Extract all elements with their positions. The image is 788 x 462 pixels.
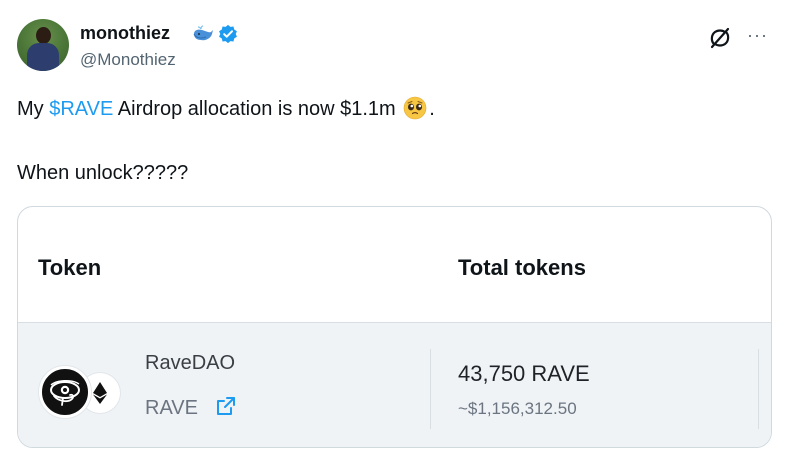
tweet-text-prefix: My [17,98,50,120]
column-divider [758,349,759,429]
more-icon[interactable]: ··· [747,26,768,44]
verified-badge-icon[interactable] [218,24,238,44]
tweet-text-line-1: My $RAVE Airdrop allocation is now $1.1m… [17,96,435,122]
tweet-text-suffix: Airdrop allocation is now $1.1m [113,98,396,120]
token-symbol: RAVE [145,397,198,419]
cashtag-link[interactable]: $RAVE [49,98,113,120]
column-header-token: Token [38,255,102,280]
pleading-face-icon [403,96,427,120]
avatar[interactable] [17,19,69,71]
token-usd-value: ~$1,156,312.50 [458,399,577,418]
whale-icon [193,25,213,41]
table-row: RaveDAO RAVE 43,750 RAVE ~$1,156,312.50 [18,323,771,447]
token-name: RaveDAO [145,352,236,374]
author-name[interactable]: monothiez [80,22,170,44]
tweet-text-line-2: When unlock????? [17,162,189,184]
token-allocation-card[interactable]: Token Total tokens RaveDAO RAVE 43,750 R… [17,206,772,448]
ravedao-eye-logo [39,366,91,418]
tweet-text-period: . [429,98,435,120]
card-table-header: Token Total tokens [18,207,771,323]
author-handle[interactable]: @Monothiez [80,50,176,70]
column-divider [430,349,431,429]
grok-icon[interactable] [707,25,733,51]
token-amount: 43,750 RAVE [458,361,590,386]
external-link-icon[interactable] [215,395,237,417]
column-header-total-tokens: Total tokens [458,255,586,280]
